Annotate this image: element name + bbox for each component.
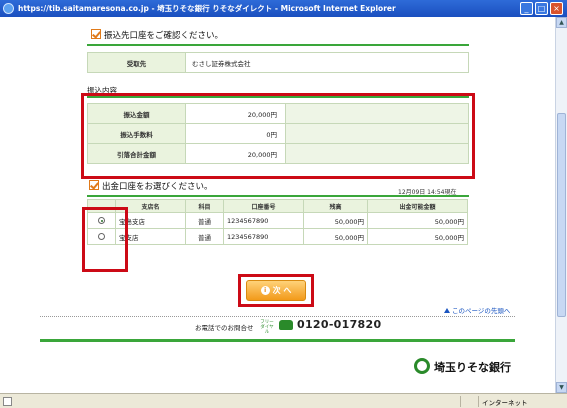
maximize-button[interactable]: □ [535, 2, 548, 15]
account-table: 支店名 科目 口座番号 残高 出金可能金額 宝島支店 普通 1234567890… [87, 199, 468, 245]
account-number: 1234567890 [223, 228, 304, 245]
freedial-label: フリーダイヤル [260, 320, 274, 335]
radio-highlight-box [82, 207, 128, 272]
account-balance: 50,000円 [303, 212, 368, 229]
contact-label: お電話でのお問合せ [195, 324, 254, 332]
footer-divider [40, 316, 515, 317]
table-row[interactable]: 宝支店 普通 1234567890 50,000円 50,000円 [87, 228, 468, 245]
col-balance: 残高 [303, 199, 368, 213]
col-available: 出金可能金額 [367, 199, 468, 213]
window-title: https://tib.saitamaresona.co.jp - 埼玉りそな銀… [18, 4, 396, 13]
section-divider [87, 44, 469, 46]
bank-name: 埼玉りそな銀行 [434, 361, 511, 374]
account-available: 50,000円 [367, 212, 468, 229]
statusbar: インターネット [0, 393, 567, 408]
recipient-label: 受取先 [87, 52, 186, 73]
vertical-scrollbar[interactable]: ▲ ▼ [555, 17, 567, 393]
phone-number: 0120-017820 [297, 318, 382, 331]
col-number: 口座番号 [223, 199, 304, 213]
recipient-value: むさし証券株式会社 [185, 52, 469, 73]
minimize-button[interactable]: _ [520, 2, 533, 15]
col-type: 科目 [185, 199, 224, 213]
table-header: 支店名 科目 口座番号 残高 出金可能金額 [87, 199, 468, 213]
page-top-link[interactable]: このページの先頭へ [444, 305, 510, 315]
recipient-heading: 振込先口座をご確認ください。 [104, 31, 224, 41]
window-titlebar: https://tib.saitamaresona.co.jp - 埼玉りそな銀… [0, 0, 567, 17]
phone-icon [279, 320, 293, 330]
page-content: 振込先口座をご確認ください。 受取先 むさし証券株式会社 振込内容 振込金額 2… [0, 17, 555, 393]
account-type: 普通 [185, 212, 224, 229]
next-button[interactable]: i次 へ [246, 280, 306, 301]
transfer-highlight-box [81, 93, 475, 179]
page-icon [3, 397, 12, 406]
recipient-table: 受取先 むさし証券株式会社 [87, 52, 469, 73]
close-button[interactable]: × [550, 2, 563, 15]
checkmark-icon [89, 180, 99, 190]
account-balance: 50,000円 [303, 228, 368, 245]
info-icon: i [260, 286, 270, 295]
footer-green-bar [40, 339, 515, 342]
scroll-down-icon[interactable]: ▼ [556, 382, 567, 393]
account-available: 50,000円 [367, 228, 468, 245]
checkmark-icon [91, 29, 101, 39]
account-type: 普通 [185, 228, 224, 245]
table-row[interactable]: 宝島支店 普通 1234567890 50,000円 50,000円 [87, 212, 468, 229]
bank-logo-icon [414, 358, 430, 374]
up-arrow-icon [444, 308, 450, 313]
account-number: 1234567890 [223, 212, 304, 229]
account-heading: 出金口座をお選びください。 [102, 182, 213, 192]
scroll-thumb[interactable] [557, 113, 566, 317]
ie-icon [3, 3, 14, 14]
next-button-label: 次 へ [272, 286, 292, 295]
security-zone: インターネット [482, 399, 528, 407]
scroll-up-icon[interactable]: ▲ [556, 17, 567, 28]
balance-timestamp: 12月09日 14:54現在 [398, 189, 457, 196]
